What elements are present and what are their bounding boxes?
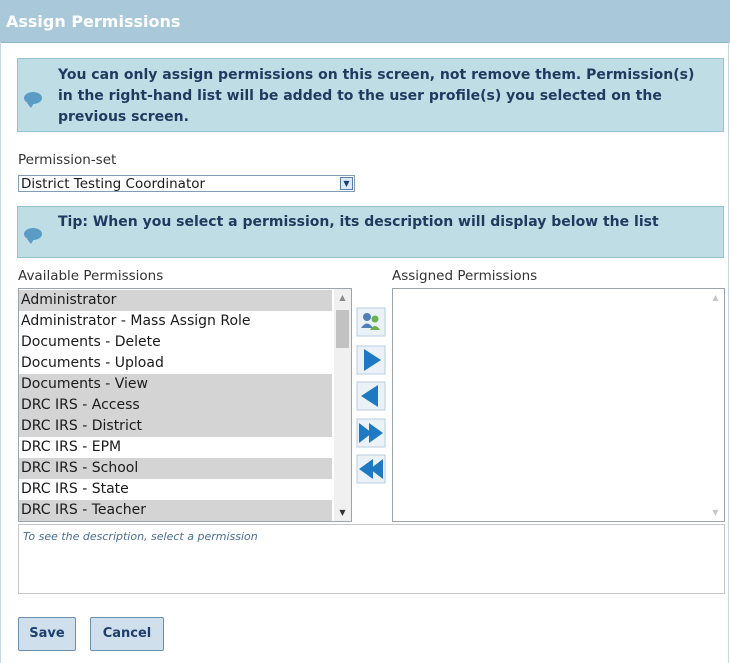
permission-list-item[interactable]: Administrator - Mass Assign Role	[19, 311, 332, 332]
permission-list-item[interactable]: Documents - Upload	[19, 353, 332, 374]
users-add-icon	[356, 307, 386, 337]
info-message-box: You can only assign permissions on this …	[17, 58, 724, 132]
move-all-right-button[interactable]	[356, 418, 386, 448]
tip-message-text: Tip: When you select a permission, its d…	[58, 214, 659, 230]
permission-description-box: To see the description, select a permiss…	[18, 524, 725, 594]
permission-list-item[interactable]: Documents - Delete	[19, 332, 332, 353]
permission-set-label: Permission-set	[18, 152, 117, 168]
double-arrow-left-icon	[356, 454, 386, 484]
speech-bubble-icon	[24, 228, 42, 244]
cancel-button[interactable]: Cancel	[90, 617, 164, 651]
permission-set-select[interactable]: District Testing Coordinator ▼	[18, 175, 355, 192]
permission-list-item[interactable]: DRC IRS - EPM	[19, 437, 332, 458]
permission-list-item[interactable]: DRC IRS - Teacher	[19, 500, 332, 521]
assigned-permissions-label: Assigned Permissions	[392, 268, 538, 284]
permission-list-item[interactable]: DRC IRS - Access	[19, 395, 332, 416]
info-message-text: You can only assign permissions on this …	[58, 67, 695, 125]
permission-list-item[interactable]: DRC IRS - School	[19, 458, 332, 479]
permission-list-item[interactable]: DRC IRS - District	[19, 416, 332, 437]
window-titlebar: Assign Permissions	[0, 0, 730, 43]
assigned-permissions-list[interactable]: ▲ ▼	[392, 288, 725, 522]
move-right-button[interactable]	[356, 345, 386, 375]
speech-bubble-icon	[24, 92, 42, 108]
permission-set-value: District Testing Coordinator	[21, 176, 206, 192]
scroll-up-icon[interactable]: ▲	[334, 289, 351, 306]
scroll-down-icon[interactable]: ▼	[334, 504, 351, 521]
move-all-left-button[interactable]	[356, 454, 386, 484]
permission-list-item[interactable]: DRC IRS - State	[19, 479, 332, 500]
available-list-scrollbar[interactable]: ▲ ▼	[334, 289, 351, 521]
window-title: Assign Permissions	[6, 12, 181, 31]
double-arrow-right-icon	[356, 418, 386, 448]
assign-group-button[interactable]	[356, 307, 386, 337]
panel-border-right	[728, 42, 729, 663]
description-placeholder: To see the description, select a permiss…	[23, 530, 258, 543]
permission-list-item[interactable]: Administrator	[19, 290, 332, 311]
save-button[interactable]: Save	[18, 617, 76, 651]
panel-border-left	[0, 42, 1, 663]
scrollbar-thumb[interactable]	[336, 310, 349, 348]
tip-message-box: Tip: When you select a permission, its d…	[17, 206, 724, 258]
available-permissions-list[interactable]: Administrator Administrator - Mass Assign…	[18, 288, 352, 522]
scroll-down-icon[interactable]: ▼	[707, 504, 724, 521]
chevron-down-icon[interactable]: ▼	[340, 177, 353, 190]
scroll-up-icon[interactable]: ▲	[707, 289, 724, 306]
permission-list-item[interactable]: Documents - View	[19, 374, 332, 395]
arrow-right-icon	[356, 345, 386, 375]
available-permissions-label: Available Permissions	[18, 268, 164, 284]
move-left-button[interactable]	[356, 381, 386, 411]
arrow-left-icon	[356, 381, 386, 411]
assigned-list-scrollbar[interactable]: ▲ ▼	[707, 289, 724, 521]
